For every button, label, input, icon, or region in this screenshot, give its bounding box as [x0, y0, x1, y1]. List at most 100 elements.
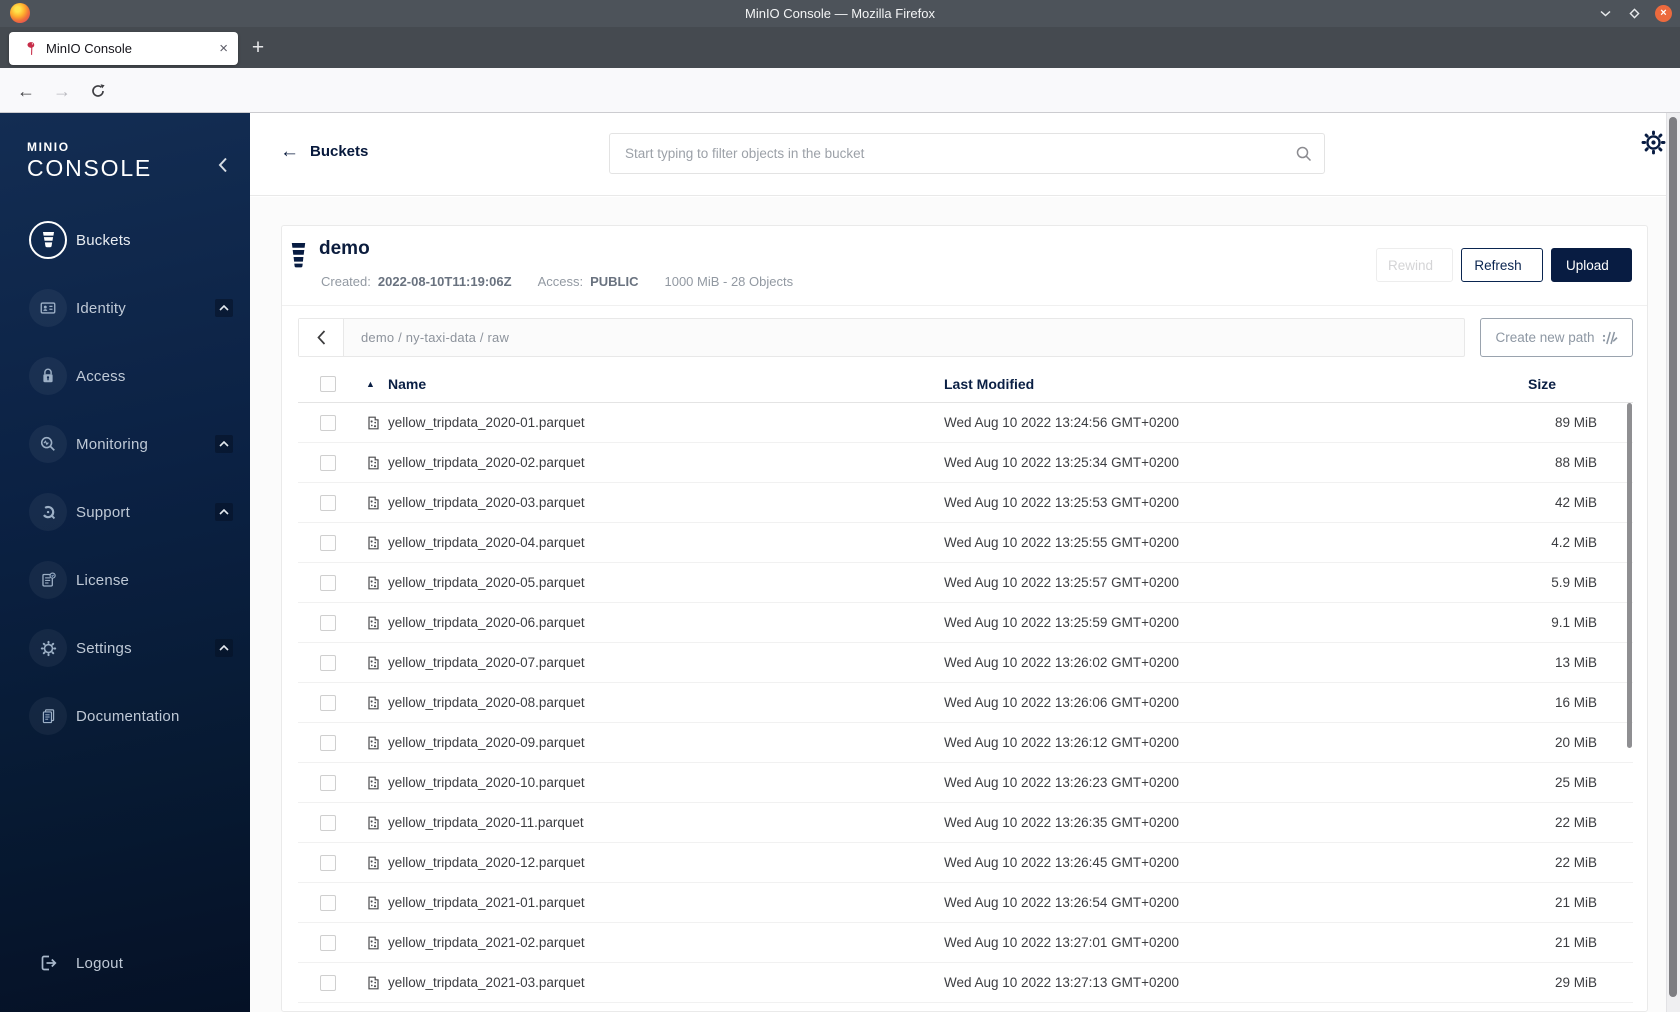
path-back-chevron[interactable]: [299, 319, 344, 356]
id-card-icon: [29, 289, 67, 327]
minio-console-logo: MINIO CONSOLE: [27, 140, 152, 182]
object-row[interactable]: yellow_tripdata_2020-12.parquet Wed Aug …: [298, 843, 1633, 883]
page-scrollbar-thumb[interactable]: [1669, 117, 1677, 997]
object-name[interactable]: yellow_tripdata_2020-07.parquet: [388, 655, 944, 670]
object-row[interactable]: yellow_tripdata_2020-11.parquet Wed Aug …: [298, 803, 1633, 843]
parquet-file-icon: [366, 735, 382, 751]
column-last-modified[interactable]: Last Modified: [944, 376, 1487, 392]
access-value[interactable]: PUBLIC: [590, 274, 638, 289]
row-checkbox[interactable]: [320, 694, 336, 711]
object-name[interactable]: yellow_tripdata_2020-05.parquet: [388, 575, 944, 590]
object-row[interactable]: yellow_tripdata_2020-09.parquet Wed Aug …: [298, 723, 1633, 763]
row-checkbox[interactable]: [320, 574, 336, 591]
object-row[interactable]: yellow_tripdata_2020-02.parquet Wed Aug …: [298, 443, 1633, 483]
sidebar-item-documentation[interactable]: Documentation: [0, 692, 250, 740]
sidebar-item-access[interactable]: Access: [0, 352, 250, 400]
object-name[interactable]: yellow_tripdata_2021-01.parquet: [388, 895, 944, 910]
minio-flamingo-favicon: [27, 42, 35, 55]
object-name[interactable]: yellow_tripdata_2021-02.parquet: [388, 935, 944, 950]
parquet-file-icon: [366, 615, 382, 631]
object-row[interactable]: yellow_tripdata_2020-05.parquet Wed Aug …: [298, 563, 1633, 603]
parquet-file-icon: [366, 975, 382, 991]
object-name[interactable]: yellow_tripdata_2021-03.parquet: [388, 975, 944, 990]
column-size[interactable]: Size: [1487, 376, 1597, 392]
table-scrollbar-thumb[interactable]: [1627, 403, 1632, 748]
row-checkbox[interactable]: [320, 454, 336, 471]
tab-close-icon[interactable]: ×: [219, 41, 228, 56]
object-row[interactable]: yellow_tripdata_2021-01.parquet Wed Aug …: [298, 883, 1633, 923]
object-row[interactable]: yellow_tripdata_2021-03.parquet Wed Aug …: [298, 963, 1633, 1003]
back-icon[interactable]: ←: [14, 79, 38, 103]
row-checkbox[interactable]: [320, 614, 336, 631]
object-name[interactable]: yellow_tripdata_2020-02.parquet: [388, 455, 944, 470]
row-checkbox[interactable]: [320, 814, 336, 831]
object-name[interactable]: yellow_tripdata_2020-06.parquet: [388, 615, 944, 630]
object-row[interactable]: yellow_tripdata_2020-08.parquet Wed Aug …: [298, 683, 1633, 723]
new-tab-button[interactable]: +: [243, 33, 273, 63]
bucket-browser-page: demo Created: 2022-08-10T11:19:06Z Acces…: [250, 197, 1680, 1012]
back-to-buckets[interactable]: ← Buckets: [280, 142, 368, 161]
row-checkbox[interactable]: [320, 974, 336, 991]
object-row[interactable]: yellow_tripdata_2020-06.parquet Wed Aug …: [298, 603, 1633, 643]
column-name[interactable]: Name: [388, 376, 944, 392]
object-row[interactable]: yellow_tripdata_2020-04.parquet Wed Aug …: [298, 523, 1633, 563]
row-checkbox[interactable]: [320, 774, 336, 791]
forward-icon[interactable]: →: [50, 79, 74, 103]
object-name[interactable]: yellow_tripdata_2020-08.parquet: [388, 695, 944, 710]
parquet-file-icon: [366, 575, 382, 591]
object-name[interactable]: yellow_tripdata_2020-03.parquet: [388, 495, 944, 510]
row-checkbox[interactable]: [320, 494, 336, 511]
object-row[interactable]: yellow_tripdata_2021-02.parquet Wed Aug …: [298, 923, 1633, 963]
window-shade-icon[interactable]: [1597, 6, 1613, 22]
row-checkbox[interactable]: [320, 654, 336, 671]
upload-label: Upload: [1566, 257, 1609, 273]
object-row[interactable]: yellow_tripdata_2020-10.parquet Wed Aug …: [298, 763, 1633, 803]
object-name[interactable]: yellow_tripdata_2020-11.parquet: [388, 815, 944, 830]
object-row[interactable]: yellow_tripdata_2020-01.parquet Wed Aug …: [298, 403, 1633, 443]
refresh-button[interactable]: Refresh: [1461, 248, 1543, 282]
rewind-button[interactable]: Rewind: [1376, 248, 1453, 282]
sidebar-item-logout[interactable]: Logout: [0, 939, 250, 987]
upload-button[interactable]: Upload: [1551, 248, 1632, 282]
object-name[interactable]: yellow_tripdata_2020-12.parquet: [388, 855, 944, 870]
parquet-file-icon: [366, 855, 382, 871]
window-maximize-icon[interactable]: [1626, 6, 1642, 22]
object-name[interactable]: yellow_tripdata_2020-09.parquet: [388, 735, 944, 750]
bucket-icon: [29, 221, 67, 259]
sidebar-item-identity[interactable]: Identity: [0, 284, 250, 332]
object-row[interactable]: yellow_tripdata_2020-07.parquet Wed Aug …: [298, 643, 1633, 683]
object-last-modified: Wed Aug 10 2022 13:25:53 GMT+0200: [944, 495, 1180, 510]
sidebar-item-license[interactable]: License: [0, 556, 250, 604]
minio-sidebar: MINIO CONSOLE Buckets Identity Access Mo…: [0, 113, 250, 1012]
window-close-button[interactable]: ×: [1655, 5, 1672, 22]
sidebar-item-settings[interactable]: Settings: [0, 624, 250, 672]
create-new-path-button[interactable]: Create new path: [1480, 318, 1633, 357]
sidebar-item-monitoring[interactable]: Monitoring: [0, 420, 250, 468]
row-checkbox[interactable]: [320, 894, 336, 911]
sort-asc-icon[interactable]: ▲: [366, 379, 382, 389]
sidebar-collapse-icon[interactable]: [218, 157, 228, 173]
search-input[interactable]: [610, 134, 1324, 173]
sidebar-item-support[interactable]: Support: [0, 488, 250, 536]
row-checkbox[interactable]: [320, 534, 336, 551]
object-row[interactable]: yellow_tripdata_2020-03.parquet Wed Aug …: [298, 483, 1633, 523]
browser-tab[interactable]: MinIO Console ×: [9, 32, 238, 65]
sidebar-item-label: Documentation: [76, 707, 180, 725]
bucket-name: demo: [319, 238, 370, 259]
row-checkbox[interactable]: [320, 934, 336, 951]
sidebar-item-buckets[interactable]: Buckets: [0, 216, 250, 264]
window-titlebar: MinIO Console — Mozilla Firefox ×: [0, 0, 1680, 27]
object-size: 42 MiB: [1554, 495, 1597, 510]
select-all-checkbox[interactable]: [320, 376, 336, 392]
object-name[interactable]: yellow_tripdata_2020-04.parquet: [388, 535, 944, 550]
parquet-file-icon: [366, 535, 382, 551]
object-size: 9.1 MiB: [1551, 615, 1597, 630]
breadcrumb[interactable]: demo / ny-taxi-data / raw: [361, 330, 509, 345]
console-settings-gear-icon[interactable]: [1640, 129, 1667, 156]
row-checkbox[interactable]: [320, 734, 336, 751]
object-name[interactable]: yellow_tripdata_2020-10.parquet: [388, 775, 944, 790]
object-name[interactable]: yellow_tripdata_2020-01.parquet: [388, 415, 944, 430]
row-checkbox[interactable]: [320, 414, 336, 431]
reload-icon[interactable]: [86, 79, 110, 103]
row-checkbox[interactable]: [320, 854, 336, 871]
